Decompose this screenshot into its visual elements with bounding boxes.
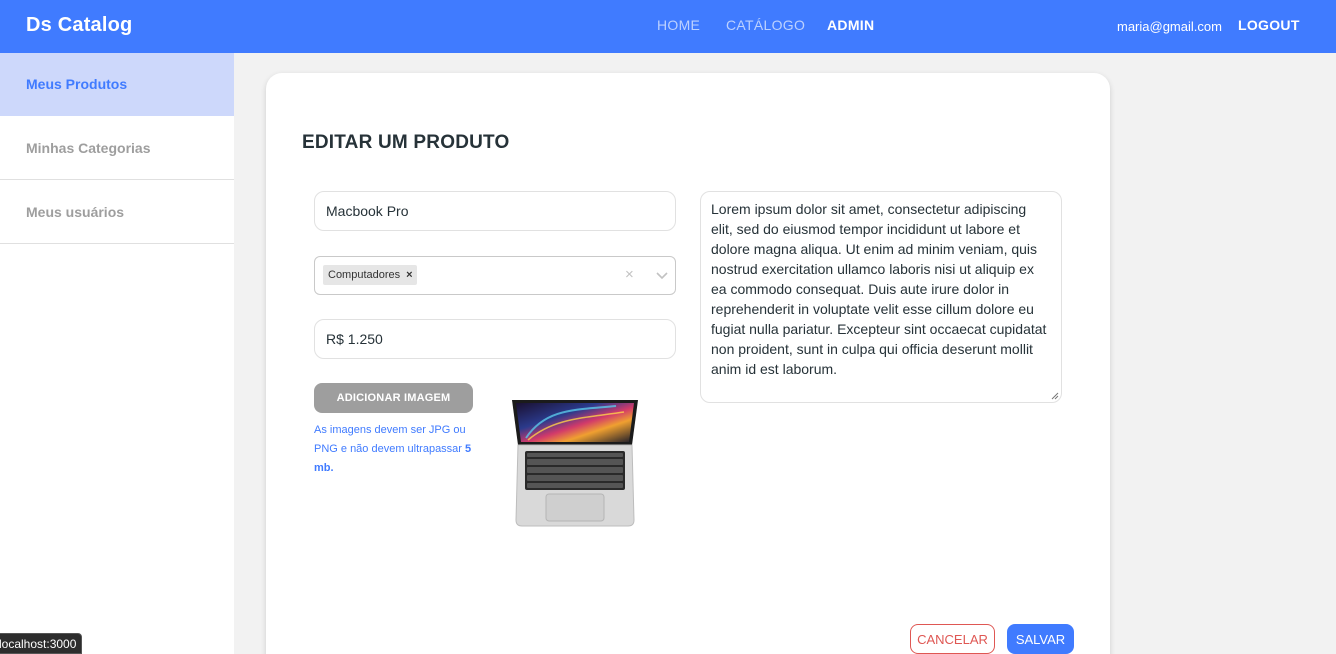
add-image-button[interactable]: ADICIONAR IMAGEM [314, 383, 473, 413]
resize-grip-icon[interactable] [1051, 392, 1059, 400]
chip-remove-icon[interactable]: × [406, 269, 412, 281]
page-title: EDITAR UM PRODUTO [302, 132, 510, 153]
description-text: Lorem ipsum dolor sit amet, consectetur … [711, 201, 1047, 377]
navbar: Ds Catalog HOME CATÁLOGO ADMIN maria@gma… [0, 0, 1336, 53]
image-hint: As imagens devem ser JPG ou PNG e não de… [314, 421, 484, 478]
user-email: maria@gmail.com [1117, 19, 1222, 34]
description-textarea[interactable]: Lorem ipsum dolor sit amet, consectetur … [700, 191, 1062, 403]
admin-sidebar: Meus Produtos Minhas Categorias Meus usu… [0, 53, 234, 654]
category-chip: Computadores × [323, 265, 417, 285]
status-bar-url: localhost:3000 [0, 633, 83, 654]
brand-logo[interactable]: Ds Catalog [26, 14, 132, 37]
clear-icon[interactable]: × [625, 266, 634, 283]
category-chip-label: Computadores [328, 269, 401, 281]
logout-link[interactable]: LOGOUT [1238, 17, 1300, 33]
laptop-image [512, 400, 638, 527]
chevron-down-icon[interactable] [653, 265, 671, 285]
price-input[interactable]: R$ 1.250 [314, 319, 676, 359]
save-button[interactable]: SALVAR [1007, 624, 1074, 654]
image-hint-text: As imagens devem ser JPG ou PNG e não de… [314, 424, 466, 455]
nav-link-catalogo[interactable]: CATÁLOGO [726, 17, 816, 33]
sidebar-item-minhas-categorias[interactable]: Minhas Categorias [0, 116, 234, 180]
nav-link-home[interactable]: HOME [657, 17, 717, 33]
product-name-input[interactable]: Macbook Pro [314, 191, 676, 231]
sidebar-item-meus-produtos[interactable]: Meus Produtos [0, 53, 234, 116]
cancel-button[interactable]: CANCELAR [910, 624, 995, 654]
category-select[interactable]: Computadores × × [314, 256, 676, 295]
product-form-card: EDITAR UM PRODUTO Macbook Pro Computador… [266, 73, 1110, 654]
nav-link-admin[interactable]: ADMIN [827, 17, 887, 33]
sidebar-item-meus-usuarios[interactable]: Meus usuários [0, 180, 234, 244]
